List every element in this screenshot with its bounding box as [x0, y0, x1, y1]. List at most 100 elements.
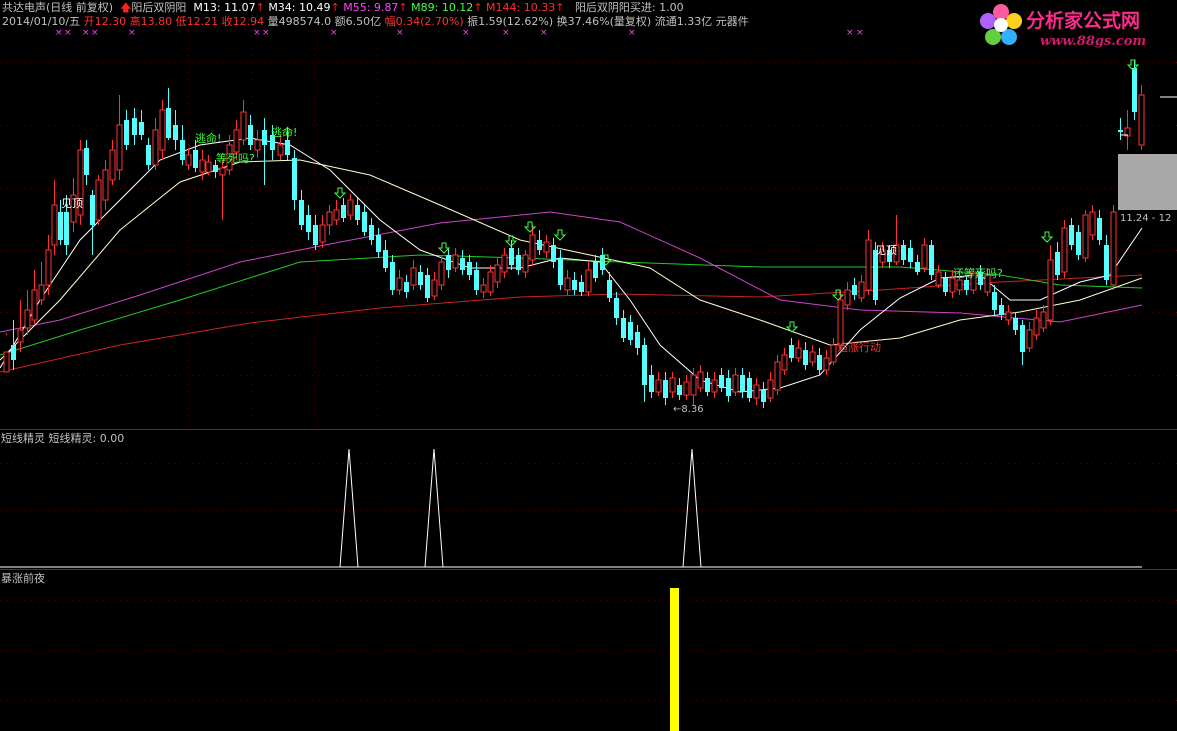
grid-dot: [870, 188, 871, 189]
grid-dot: [828, 312, 829, 313]
grid-dot: [414, 125, 415, 126]
grid-dot: [377, 102, 378, 103]
grid-dot: [180, 510, 181, 511]
grid-dot: [90, 62, 91, 63]
grid-dot: [720, 600, 721, 601]
grid-dot: [1116, 188, 1117, 189]
grid-dot: [228, 650, 229, 651]
grid-dot: [1092, 312, 1093, 313]
grid-dot: [60, 600, 61, 601]
grid-dot: [276, 463, 277, 464]
grid-dot: [780, 600, 781, 601]
grid-dot: [24, 700, 25, 701]
grid-dot: [702, 125, 703, 126]
escape-annotation-2: 逃命!: [271, 126, 298, 139]
grid-dot: [894, 700, 895, 701]
grid-dot: [996, 375, 997, 376]
grid-dot: [354, 650, 355, 651]
grid-dot: [24, 62, 25, 63]
grid-dot: [1110, 375, 1111, 376]
grid-dot: [1050, 62, 1051, 63]
grid-dot: [732, 700, 733, 701]
cross-marker-icon: ×: [628, 28, 636, 38]
grid-dot: [1014, 125, 1015, 126]
grid-dot: [306, 463, 307, 464]
grid-dot: [314, 336, 315, 337]
grid-dot: [498, 375, 499, 376]
grid-dot: [1134, 375, 1135, 376]
grid-dot: [462, 600, 463, 601]
grid-dot: [990, 312, 991, 313]
grid-dot: [522, 125, 523, 126]
grid-dot: [510, 700, 511, 701]
grid-dot: [96, 375, 97, 376]
grid-dot: [294, 650, 295, 651]
grid-dot: [894, 375, 895, 376]
grid-dot: [1110, 463, 1111, 464]
grid-dot: [377, 150, 378, 151]
grid-dot: [1164, 463, 1165, 464]
grid-dot: [72, 650, 73, 651]
cross-marker-icon: ×: [856, 28, 864, 38]
grid-dot: [188, 228, 189, 229]
grid-dot: [552, 510, 553, 511]
grid-dot: [251, 360, 252, 361]
grid-dot: [504, 375, 505, 376]
grid-dot: [336, 250, 337, 251]
grid-dot: [210, 700, 211, 701]
grid-dot: [930, 188, 931, 189]
grid-dot: [426, 700, 427, 701]
grid-dot: [1122, 125, 1123, 126]
grid-dot: [1086, 700, 1087, 701]
grid-dot: [188, 312, 189, 313]
grid-dot: [90, 600, 91, 601]
grid-dot: [822, 650, 823, 651]
grid-dot: [168, 700, 169, 701]
flower-logo-icon: [980, 4, 1022, 45]
grid-dot: [804, 312, 805, 313]
grid-dot: [156, 600, 157, 601]
candle-body-up: [3, 351, 10, 373]
grid-dot: [240, 375, 241, 376]
grid-dot: [1062, 125, 1063, 126]
grid-dot: [498, 600, 499, 601]
grid-dot: [384, 375, 385, 376]
grid-dot: [390, 312, 391, 313]
grid-dot: [558, 312, 559, 313]
grid-dot: [858, 312, 859, 313]
candle-body-down: [740, 375, 745, 392]
grid-dot: [504, 510, 505, 511]
grid-dot: [270, 188, 271, 189]
grid-dot: [600, 125, 601, 126]
grid-dot: [314, 180, 315, 181]
grid-dot: [42, 188, 43, 189]
grid-dot: [876, 125, 877, 126]
grid-dot: [1008, 250, 1009, 251]
grid-dot: [1092, 510, 1093, 511]
grid-dot: [384, 188, 385, 189]
grid-dot: [708, 375, 709, 376]
grid-dot: [314, 414, 315, 415]
grid-dot: [24, 125, 25, 126]
grid-dot: [66, 375, 67, 376]
grid-dot: [768, 375, 769, 376]
cross-marker-icon: ×: [846, 28, 854, 38]
grid-dot: [252, 62, 253, 63]
grid-dot: [426, 312, 427, 313]
grid-dot: [780, 250, 781, 251]
candle-body-down: [11, 345, 16, 360]
grid-dot: [564, 125, 565, 126]
grid-dot: [588, 375, 589, 376]
grid-dot: [1080, 312, 1081, 313]
grid-dot: [186, 510, 187, 511]
grid-dot: [294, 312, 295, 313]
grid-dot: [648, 62, 649, 63]
grid-dot: [552, 375, 553, 376]
candle-body-down: [803, 350, 808, 365]
grid-dot: [1140, 312, 1141, 313]
ma55-value: M55: 9.87: [343, 1, 399, 14]
grid-dot: [858, 375, 859, 376]
grid-dot: [306, 600, 307, 601]
grid-dot: [1158, 463, 1159, 464]
grid-dot: [582, 700, 583, 701]
